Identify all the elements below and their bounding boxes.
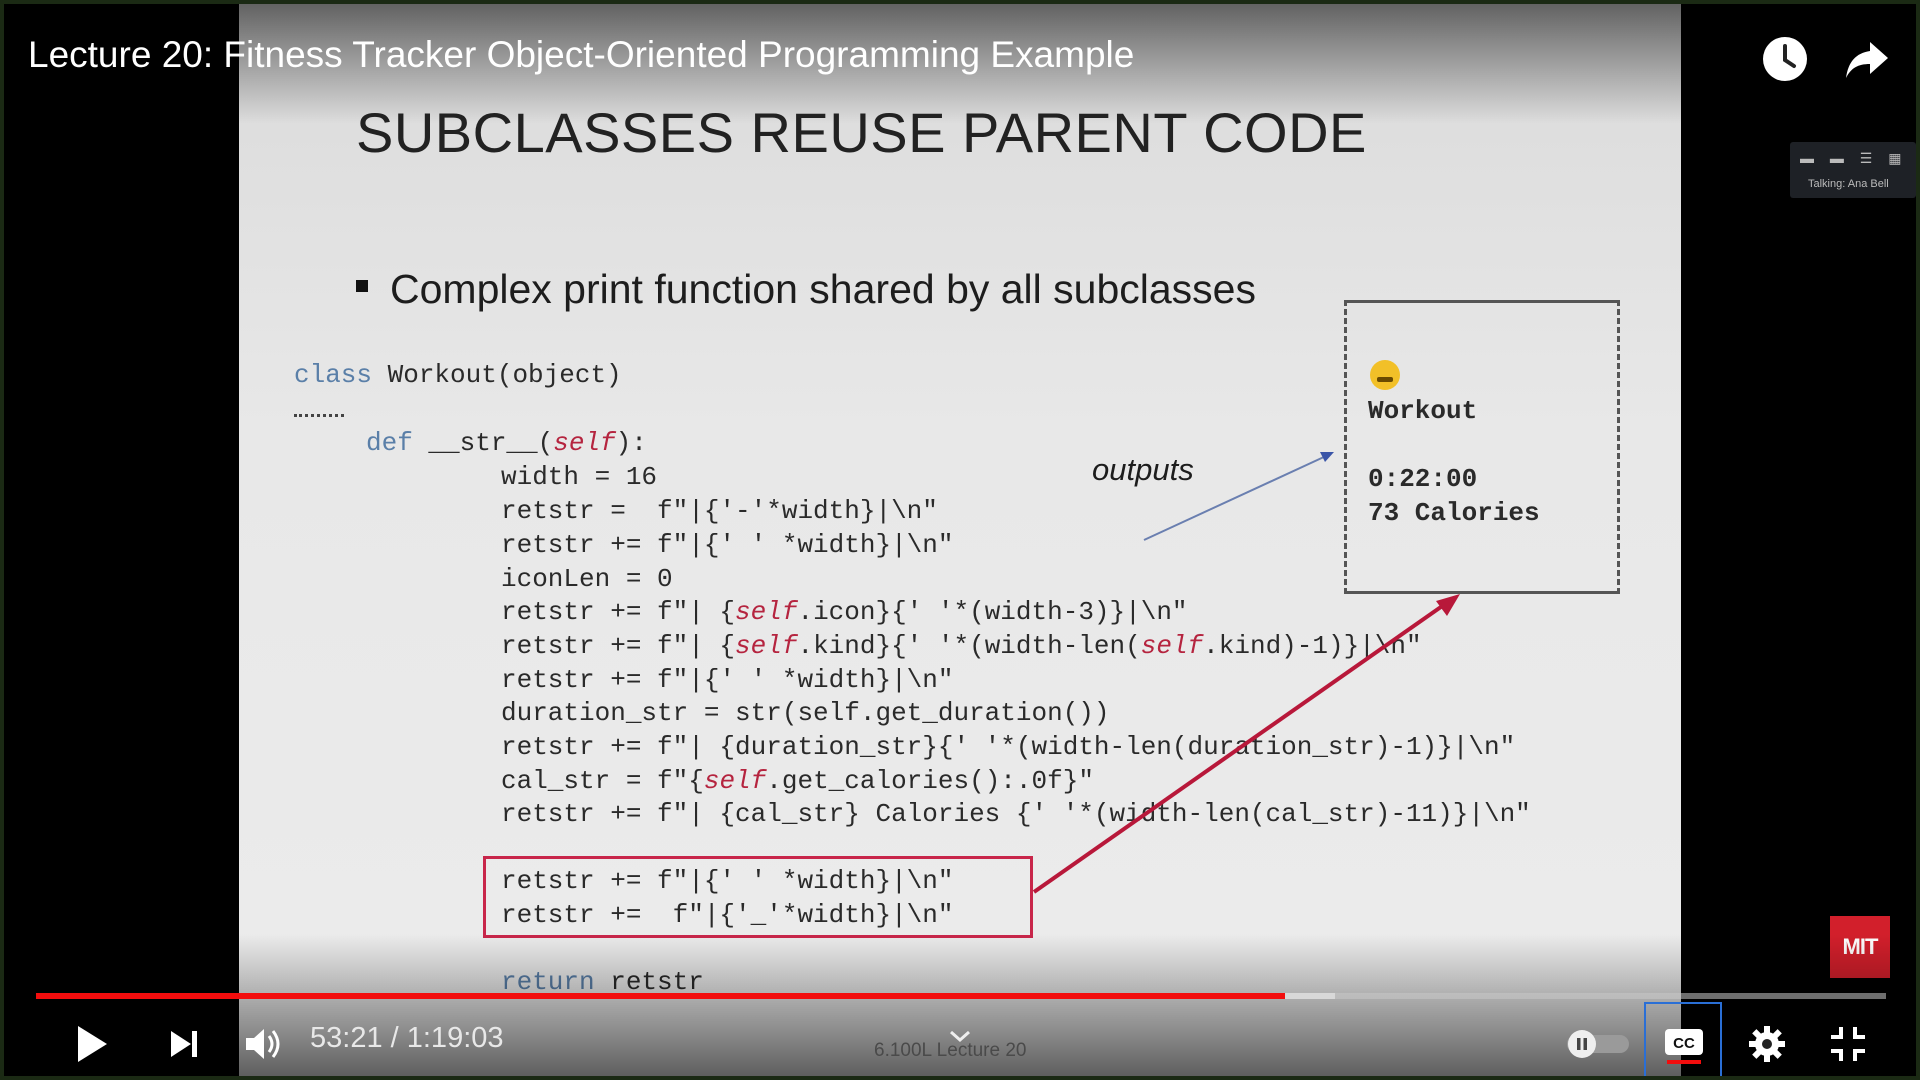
play-button[interactable] [68, 1016, 116, 1072]
current-time: 53:21 [310, 1022, 383, 1054]
progress-bar[interactable] [36, 993, 1886, 999]
autoplay-toggle[interactable] [1564, 1016, 1632, 1072]
captions-icon[interactable]: CC [1662, 1016, 1706, 1072]
time-display: 53:21 / 1:19:03 [310, 1022, 504, 1054]
meeting-overlay: ▬ ▬ ☰ ▦ Talking: Ana Bell [1790, 142, 1916, 198]
progress-played [36, 993, 1285, 999]
next-button[interactable] [162, 1016, 206, 1072]
video-player[interactable]: Lecture 20: Fitness Tracker Object-Orien… [4, 4, 1916, 1076]
exit-fullscreen-icon[interactable] [1824, 1016, 1872, 1072]
talking-indicator: Talking: Ana Bell [1808, 178, 1889, 190]
mit-logo: MIT [1830, 916, 1890, 978]
slide-footer: 6.100L Lecture 20 [874, 1040, 1027, 1061]
svg-text:CC: CC [1673, 1035, 1695, 1052]
duration: 1:19:03 [406, 1022, 504, 1054]
meeting-controls-icon: ▬ ▬ ☰ ▦ [1800, 150, 1908, 166]
annotation-arrows [1032, 452, 1460, 894]
volume-icon[interactable] [240, 1016, 286, 1072]
gear-icon[interactable] [1744, 1016, 1790, 1072]
